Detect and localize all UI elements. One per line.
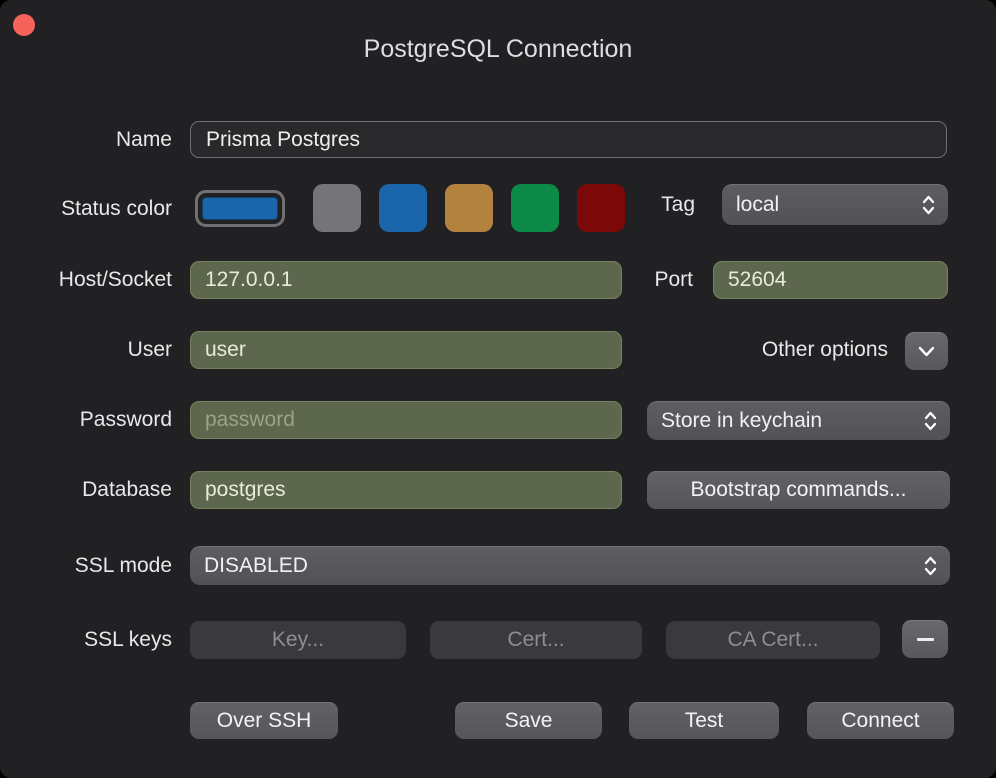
tag-select-value: local [736,193,921,217]
other-options-label: Other options [762,331,888,369]
status-color-selected-swatch[interactable] [195,190,285,227]
up-down-chevrons-icon [923,553,938,579]
status-color-option-blue[interactable] [379,184,427,232]
database-label: Database [82,471,172,509]
tag-label: Tag [661,184,695,225]
close-button[interactable] [13,14,35,36]
name-label: Name [116,121,172,158]
status-color-label: Status color [61,190,172,227]
ssl-mode-select-value: DISABLED [204,554,923,578]
status-color-option-green[interactable] [511,184,559,232]
bootstrap-commands-button[interactable]: Bootstrap commands... [647,471,950,509]
password-input[interactable] [190,401,622,439]
ssl-cert-button[interactable]: Cert... [430,621,642,659]
postgresql-connection-dialog: PostgreSQL Connection Name Status color … [0,0,996,778]
chevron-down-icon [917,345,936,358]
ssl-key-button[interactable]: Key... [190,621,406,659]
ssl-ca-cert-button[interactable]: CA Cert... [666,621,880,659]
port-label: Port [654,261,693,299]
tag-select[interactable]: local [722,184,948,225]
up-down-chevrons-icon [921,192,936,218]
host-input[interactable] [190,261,622,299]
user-label: User [128,331,172,369]
selected-color-fill [202,197,278,220]
status-color-option-gray[interactable] [313,184,361,232]
user-input[interactable] [190,331,622,369]
test-button[interactable]: Test [629,702,779,739]
up-down-chevrons-icon [923,408,938,434]
minus-icon [917,638,934,641]
ssl-keys-label: SSL keys [84,621,172,659]
over-ssh-button[interactable]: Over SSH [190,702,338,739]
keychain-select-value: Store in keychain [661,409,923,433]
host-label: Host/Socket [59,261,172,299]
database-input[interactable] [190,471,622,509]
keychain-select[interactable]: Store in keychain [647,401,950,440]
name-input[interactable] [190,121,947,158]
dialog-title: PostgreSQL Connection [0,35,996,64]
port-input[interactable] [713,261,948,299]
other-options-button[interactable] [905,332,948,370]
remove-ssl-keys-button[interactable] [902,620,948,658]
status-color-option-red[interactable] [577,184,625,232]
ssl-mode-label: SSL mode [75,546,172,585]
password-label: Password [80,401,172,439]
status-color-option-tan[interactable] [445,184,493,232]
connect-button[interactable]: Connect [807,702,954,739]
ssl-mode-select[interactable]: DISABLED [190,546,950,585]
save-button[interactable]: Save [455,702,602,739]
